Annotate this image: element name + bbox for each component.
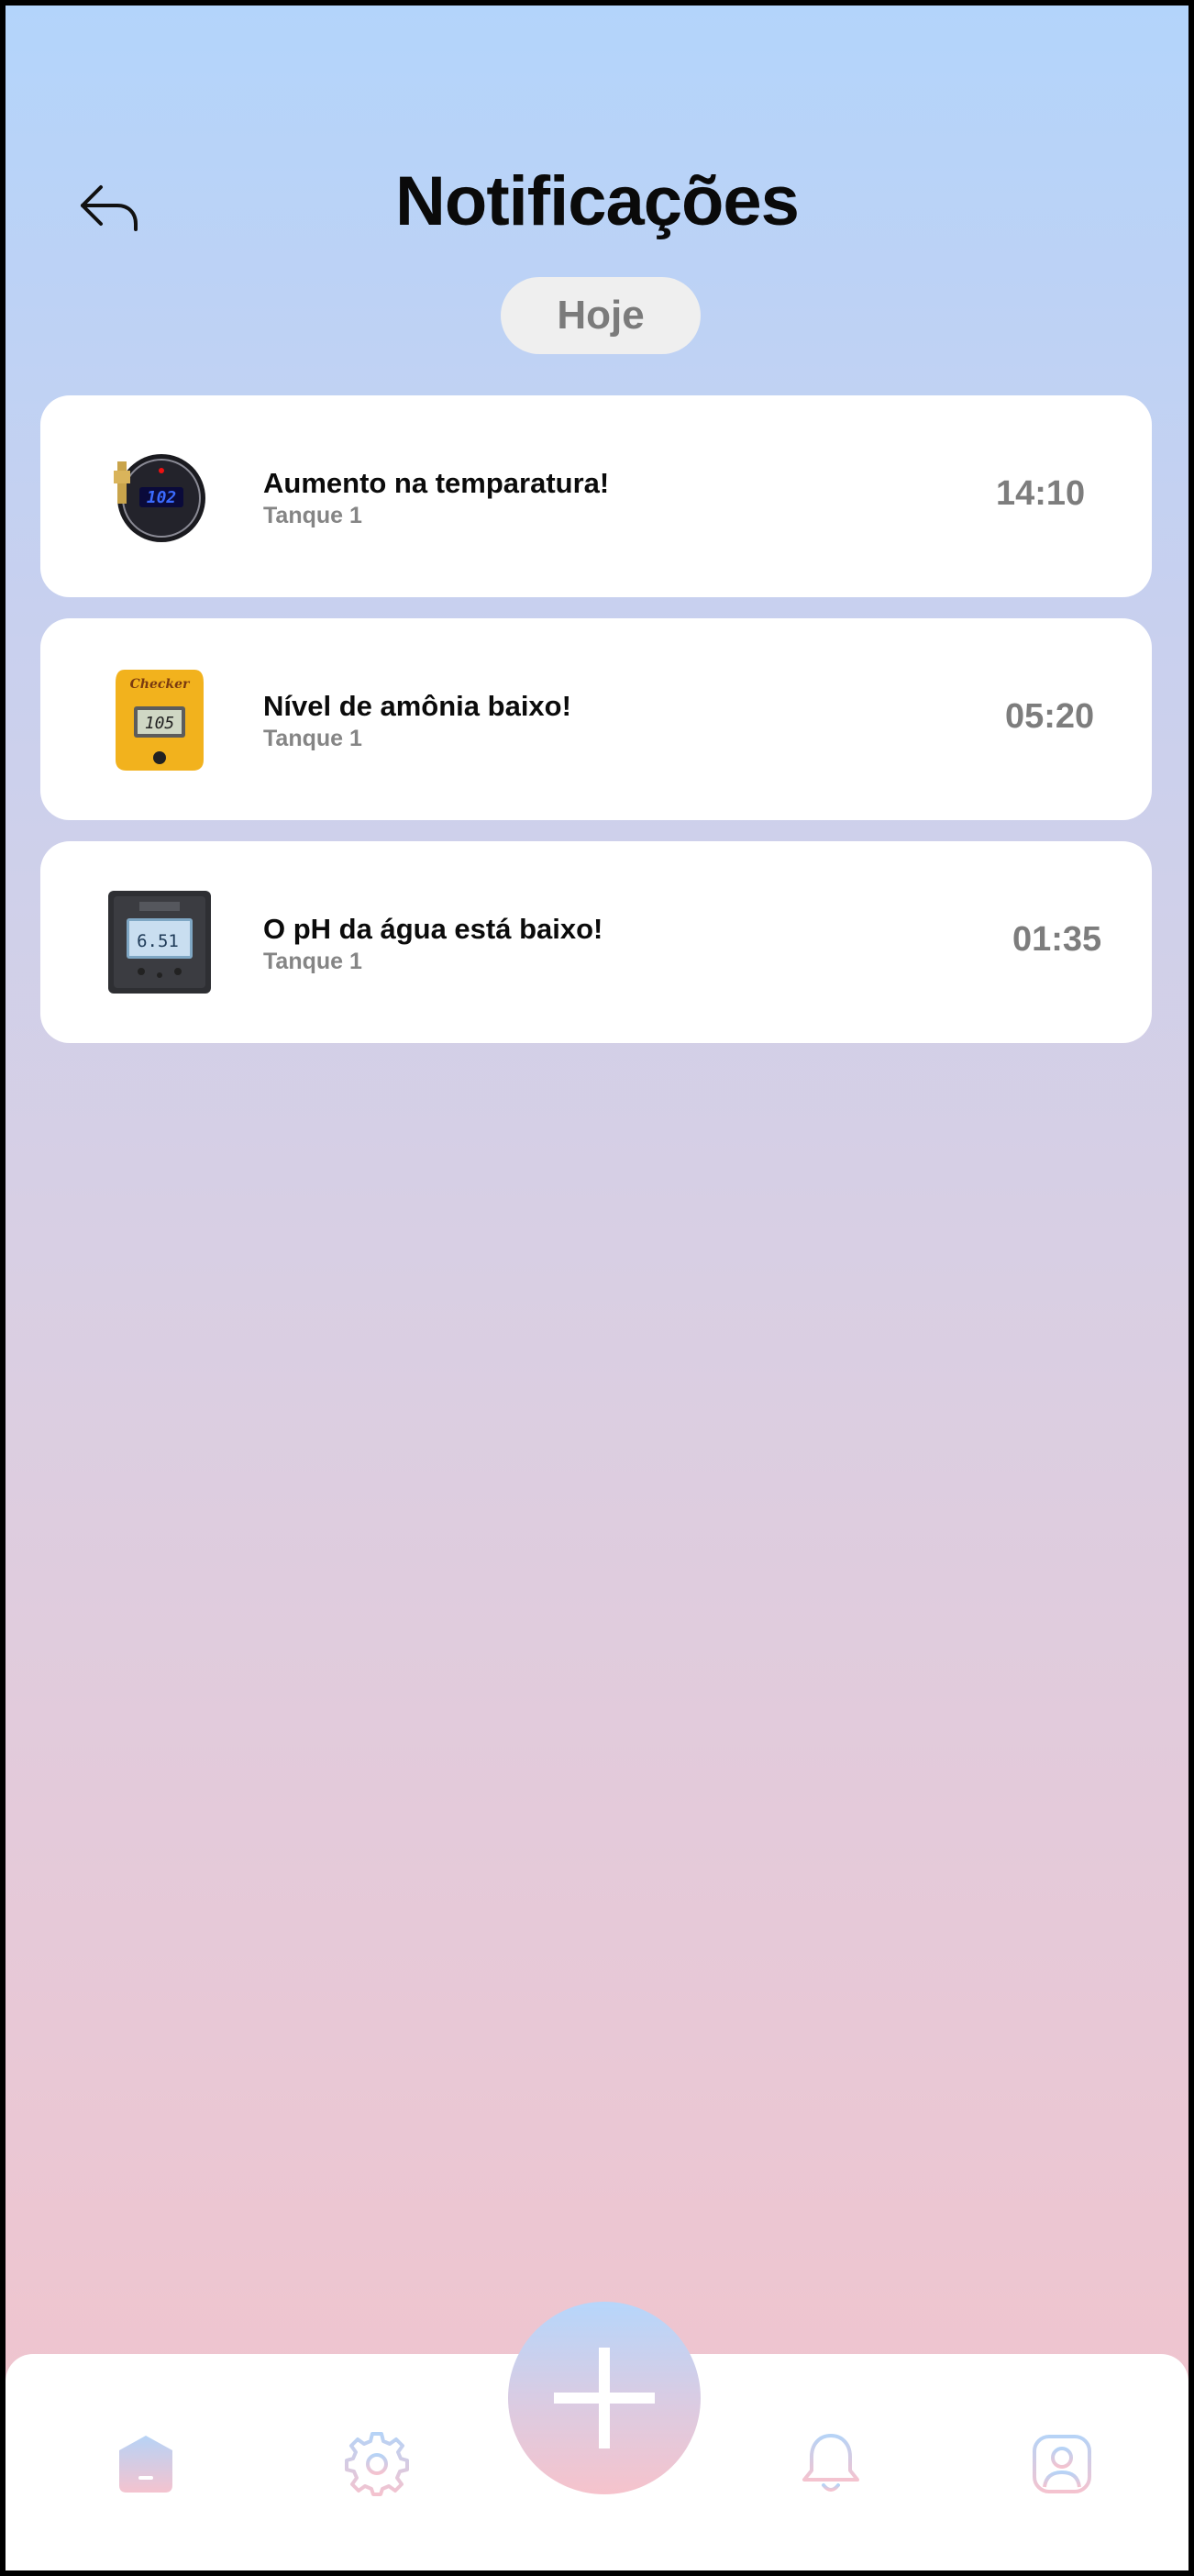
nav-home-button[interactable] — [109, 2427, 182, 2501]
notification-subtitle: Tanque 1 — [263, 949, 362, 974]
notification-time: 01:35 — [1012, 920, 1102, 959]
plus-icon — [554, 2348, 655, 2448]
add-button[interactable] — [508, 2302, 701, 2494]
notification-title: Aumento na temparatura! — [263, 467, 610, 499]
notification-title: O pH da água está baixo! — [263, 913, 603, 945]
profile-icon — [1033, 2435, 1091, 2493]
checker-reading: 105 — [145, 714, 175, 733]
notification-time: 05:20 — [1005, 697, 1095, 736]
gear-icon — [345, 2432, 409, 2496]
notifications-screen: Notificações Hoje 102 Aumento na tempara… — [6, 6, 1188, 2570]
gauge-reading: 102 — [147, 488, 177, 507]
notification-time: 14:10 — [996, 474, 1086, 513]
ammonia-checker-image: Checker 105 — [105, 664, 215, 774]
notification-card[interactable]: 6.51 O pH da água está baixo! Tanque 1 0… — [40, 841, 1152, 1043]
ph-controller-image: 6.51 — [105, 887, 215, 997]
home-icon — [119, 2436, 172, 2493]
thermometer-gauge-image: 102 — [105, 441, 215, 551]
notification-subtitle: Tanque 1 — [263, 726, 362, 751]
svg-text:Checker: Checker — [130, 677, 191, 692]
notification-title: Nível de amônia baixo! — [263, 690, 571, 722]
nav-profile-button[interactable] — [1025, 2427, 1099, 2501]
notification-subtitle: Tanque 1 — [263, 503, 362, 528]
page-title: Notificações — [395, 162, 800, 240]
nav-notifications-button[interactable] — [794, 2427, 868, 2501]
ph-reading: 6.51 — [137, 931, 179, 951]
today-filter-chip[interactable]: Hoje — [501, 277, 701, 354]
notification-card[interactable]: Checker 105 Nível de amônia baixo! Tanqu… — [40, 618, 1152, 820]
notification-card[interactable]: 102 Aumento na temparatura! Tanque 1 14:… — [40, 395, 1152, 597]
nav-settings-button[interactable] — [340, 2427, 414, 2501]
bell-icon — [802, 2434, 859, 2492]
